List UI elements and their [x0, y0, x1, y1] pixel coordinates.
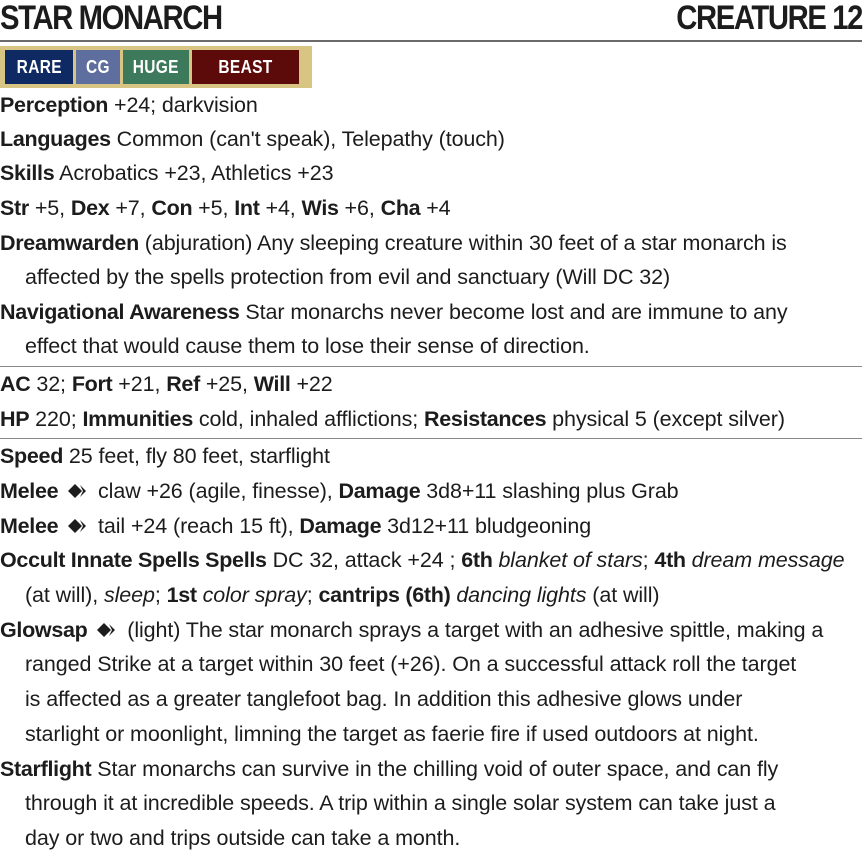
hp-line: HP 220; Immunities cold, inhaled afflict…: [0, 407, 785, 431]
trait-beast: BEAST: [192, 50, 299, 84]
creature-name: STAR MONARCH: [0, 0, 223, 37]
starflight-ability: Starflight Star monarchs can survive in …: [0, 757, 779, 781]
starflight-ability-cont: day or two and trips outside can take a …: [25, 826, 461, 850]
single-action-icon: [65, 482, 91, 500]
creature-level: CREATURE 12: [676, 0, 863, 37]
trait-alignment: CG: [76, 50, 120, 84]
trait-bar: RARE CG HUGE BEAST: [0, 46, 312, 88]
single-action-icon: [94, 621, 120, 639]
glowsap-ability-cont: ranged Strike at a target within 30 feet…: [25, 652, 797, 676]
dreamwarden-ability: Dreamwarden (abjuration) Any sleeping cr…: [0, 231, 787, 255]
skills-line: Skills Acrobatics +23, Athletics +23: [0, 161, 334, 185]
glowsap-ability: Glowsap (light) The star monarch sprays …: [0, 618, 824, 642]
innate-spells-line: Occult Innate Spells Spells DC 32, attac…: [0, 548, 845, 572]
trait-size: HUGE: [123, 50, 189, 84]
innate-spells-line-cont: (at will), sleep; 1st color spray; cantr…: [25, 583, 660, 607]
single-action-icon: [65, 517, 91, 535]
navigational-awareness-ability: Navigational Awareness Star monarchs nev…: [0, 300, 788, 324]
speed-line: Speed 25 feet, fly 80 feet, starflight: [0, 444, 330, 468]
stat-block-header: STAR MONARCH CREATURE 12: [0, 0, 863, 42]
languages-line: Languages Common (can't speak), Telepath…: [0, 127, 505, 151]
perception-line: Perception +24; darkvision: [0, 93, 258, 117]
trait-rare: RARE: [5, 50, 73, 84]
dreamwarden-ability-cont: affected by the spells protection from e…: [25, 265, 671, 289]
defense-line: AC 32; Fort +21, Ref +25, Will +22: [0, 372, 333, 396]
stat-block: STAR MONARCH CREATURE 12 RARE CG HUGE BEAST…: [0, 0, 864, 856]
melee-tail-line: Melee tail +24 (reach 15 ft), Damage 3d1…: [0, 514, 592, 538]
melee-claw-line: Melee claw +26 (agile, finesse), Damage …: [0, 479, 679, 503]
glowsap-ability-cont: is affected as a greater tanglefoot bag.…: [25, 687, 743, 711]
navigational-awareness-ability-cont: effect that would cause them to lose the…: [25, 334, 590, 358]
glowsap-ability-cont: starlight or moonlight, limning the targ…: [25, 722, 759, 746]
starflight-ability-cont: through it at incredible speeds. A trip …: [25, 791, 776, 815]
attributes-line: Str +5, Dex +7, Con +5, Int +4, Wis +6, …: [0, 196, 451, 220]
